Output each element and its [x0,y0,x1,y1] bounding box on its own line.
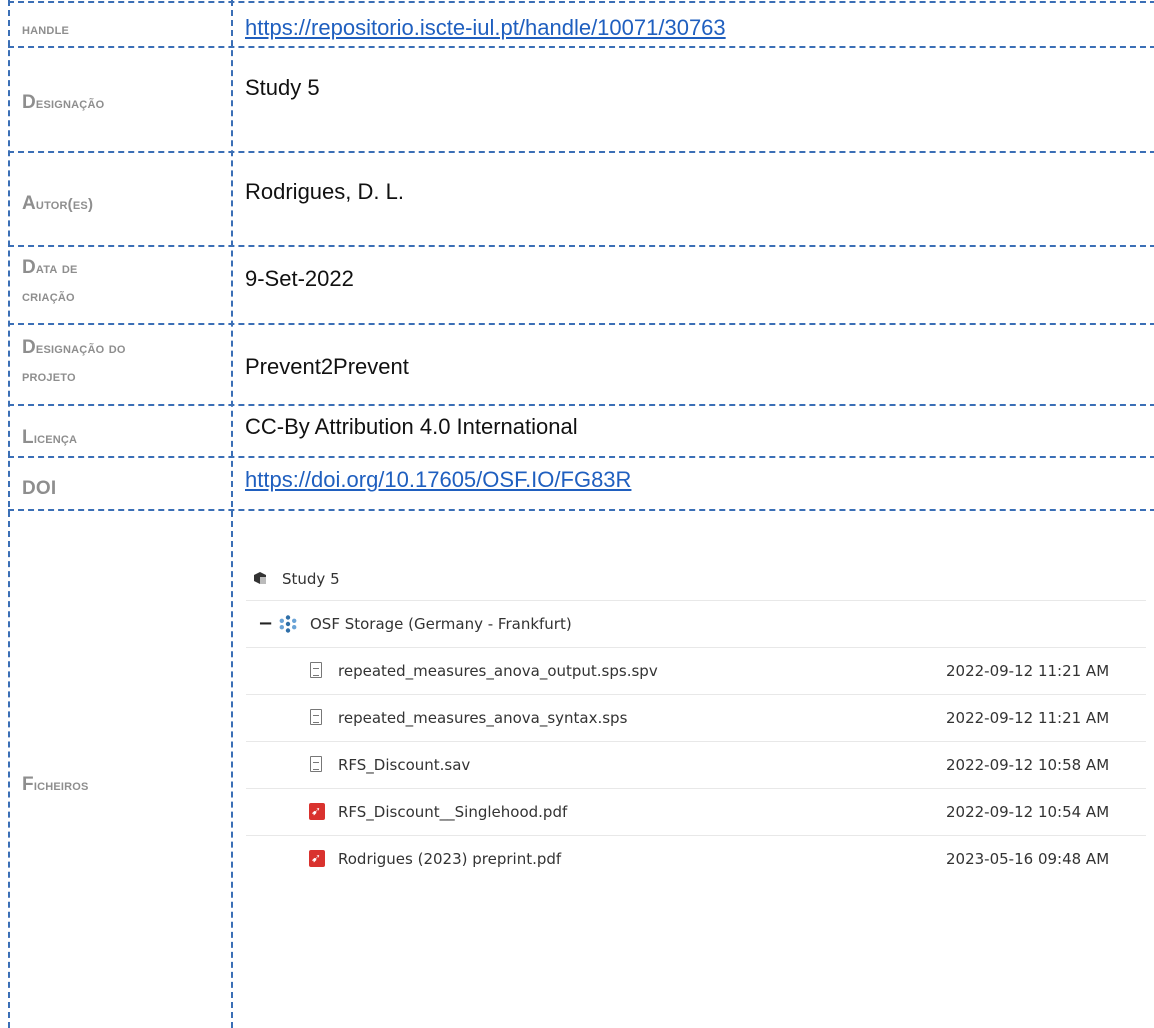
data-criacao-label: Data de criação [22,257,222,308]
osf-project-name: Study 5 [282,570,340,588]
osf-storage-name: OSF Storage (Germany - Frankfurt) [310,615,572,633]
osf-storage-icon [278,614,298,634]
licenca-label-initial: L [22,427,34,448]
row-divider [8,245,1154,247]
doi-label: DOI [22,478,222,501]
designacao-value: Study 5 [245,75,320,100]
file-date: 2022-09-12 10:54 AM [946,803,1110,821]
licenca-label-rest: icença [33,430,78,447]
ficheiros-label-initial: F [22,774,34,795]
data-label-line1: ata de [35,260,78,277]
file-row[interactable]: Rodrigues (2023) preprint.pdf 2023-05-16… [246,836,1146,882]
data-label-line2: criação [22,288,75,305]
handle-value: https://repositorio.iscte-iul.pt/handle/… [245,14,726,42]
file-row[interactable]: repeated_measures_anova_output.sps.spv 2… [246,648,1146,695]
pdf-icon [308,850,326,868]
licenca-value: CC-By Attribution 4.0 International [245,414,578,439]
doi-label-text: DOI [22,478,57,499]
autores-value: Rodrigues, D. L. [245,179,404,204]
file-date: 2022-09-12 11:21 AM [946,662,1110,680]
file-row[interactable]: RFS_Discount__Singlehood.pdf 2022-09-12 … [246,789,1146,836]
doi-link[interactable]: https://doi.org/10.17605/OSF.IO/FG83R [245,467,631,492]
record-page: handle https://repositorio.iscte-iul.pt/… [0,0,1154,1028]
projeto-label: Designação do projeto [22,337,222,388]
row-divider [8,151,1154,153]
cube-icon [252,570,270,588]
handle-label-text: handle [22,21,70,38]
file-date: 2022-09-12 10:58 AM [946,756,1110,774]
designacao-label-rest: esignação [35,95,105,112]
osf-project-row[interactable]: Study 5 [246,558,1146,601]
data-label-initial: D [22,257,36,278]
file-icon [308,709,326,727]
file-name: repeated_measures_anova_syntax.sps [338,709,628,727]
file-row[interactable]: RFS_Discount.sav 2022-09-12 10:58 AM [246,742,1146,789]
designacao-label-initial: D [22,92,36,113]
file-date: 2022-09-12 11:21 AM [946,709,1110,727]
projeto-value: Prevent2Prevent [245,354,409,379]
file-name: RFS_Discount.sav [338,756,471,774]
table-left-border [8,0,10,1028]
row-divider [8,509,1154,511]
file-icon [308,662,326,680]
file-name: repeated_measures_anova_output.sps.spv [338,662,658,680]
row-divider [8,46,1154,48]
handle-link[interactable]: https://repositorio.iscte-iul.pt/handle/… [245,15,726,40]
designacao-label: Designação [22,92,222,115]
autores-label-rest: utor(es) [35,196,94,213]
projeto-label-initial: D [22,337,36,358]
file-row[interactable]: repeated_measures_anova_syntax.sps 2022-… [246,695,1146,742]
file-name: Rodrigues (2023) preprint.pdf [338,850,562,868]
licenca-label: Licença [22,427,222,450]
row-divider [8,1,1154,3]
autores-label: Autor(es) [22,193,222,216]
ficheiros-label: Ficheiros [22,774,222,797]
collapse-toggle-icon[interactable]: − [258,615,273,633]
handle-label: handle [22,19,222,41]
table-column-divider [231,0,233,1028]
osf-storage-row[interactable]: − OSF Storage (Germany - Frankfurt) [246,601,1146,648]
file-name: RFS_Discount__Singlehood.pdf [338,803,568,821]
projeto-label-line2: projeto [22,368,76,385]
osf-file-browser: Study 5 − OSF Storage (Germany - Frankfu… [246,558,1146,882]
autores-label-initial: A [22,193,36,214]
row-divider [8,323,1154,325]
doi-value: https://doi.org/10.17605/OSF.IO/FG83R [245,466,631,494]
data-criacao-value: 9-Set-2022 [245,266,354,291]
ficheiros-label-rest: icheiros [33,777,89,794]
row-divider [8,404,1154,406]
file-date: 2023-05-16 09:48 AM [946,850,1110,868]
projeto-label-line1: esignação do [35,340,126,357]
row-divider [8,456,1154,458]
file-icon [308,756,326,774]
pdf-icon [308,803,326,821]
